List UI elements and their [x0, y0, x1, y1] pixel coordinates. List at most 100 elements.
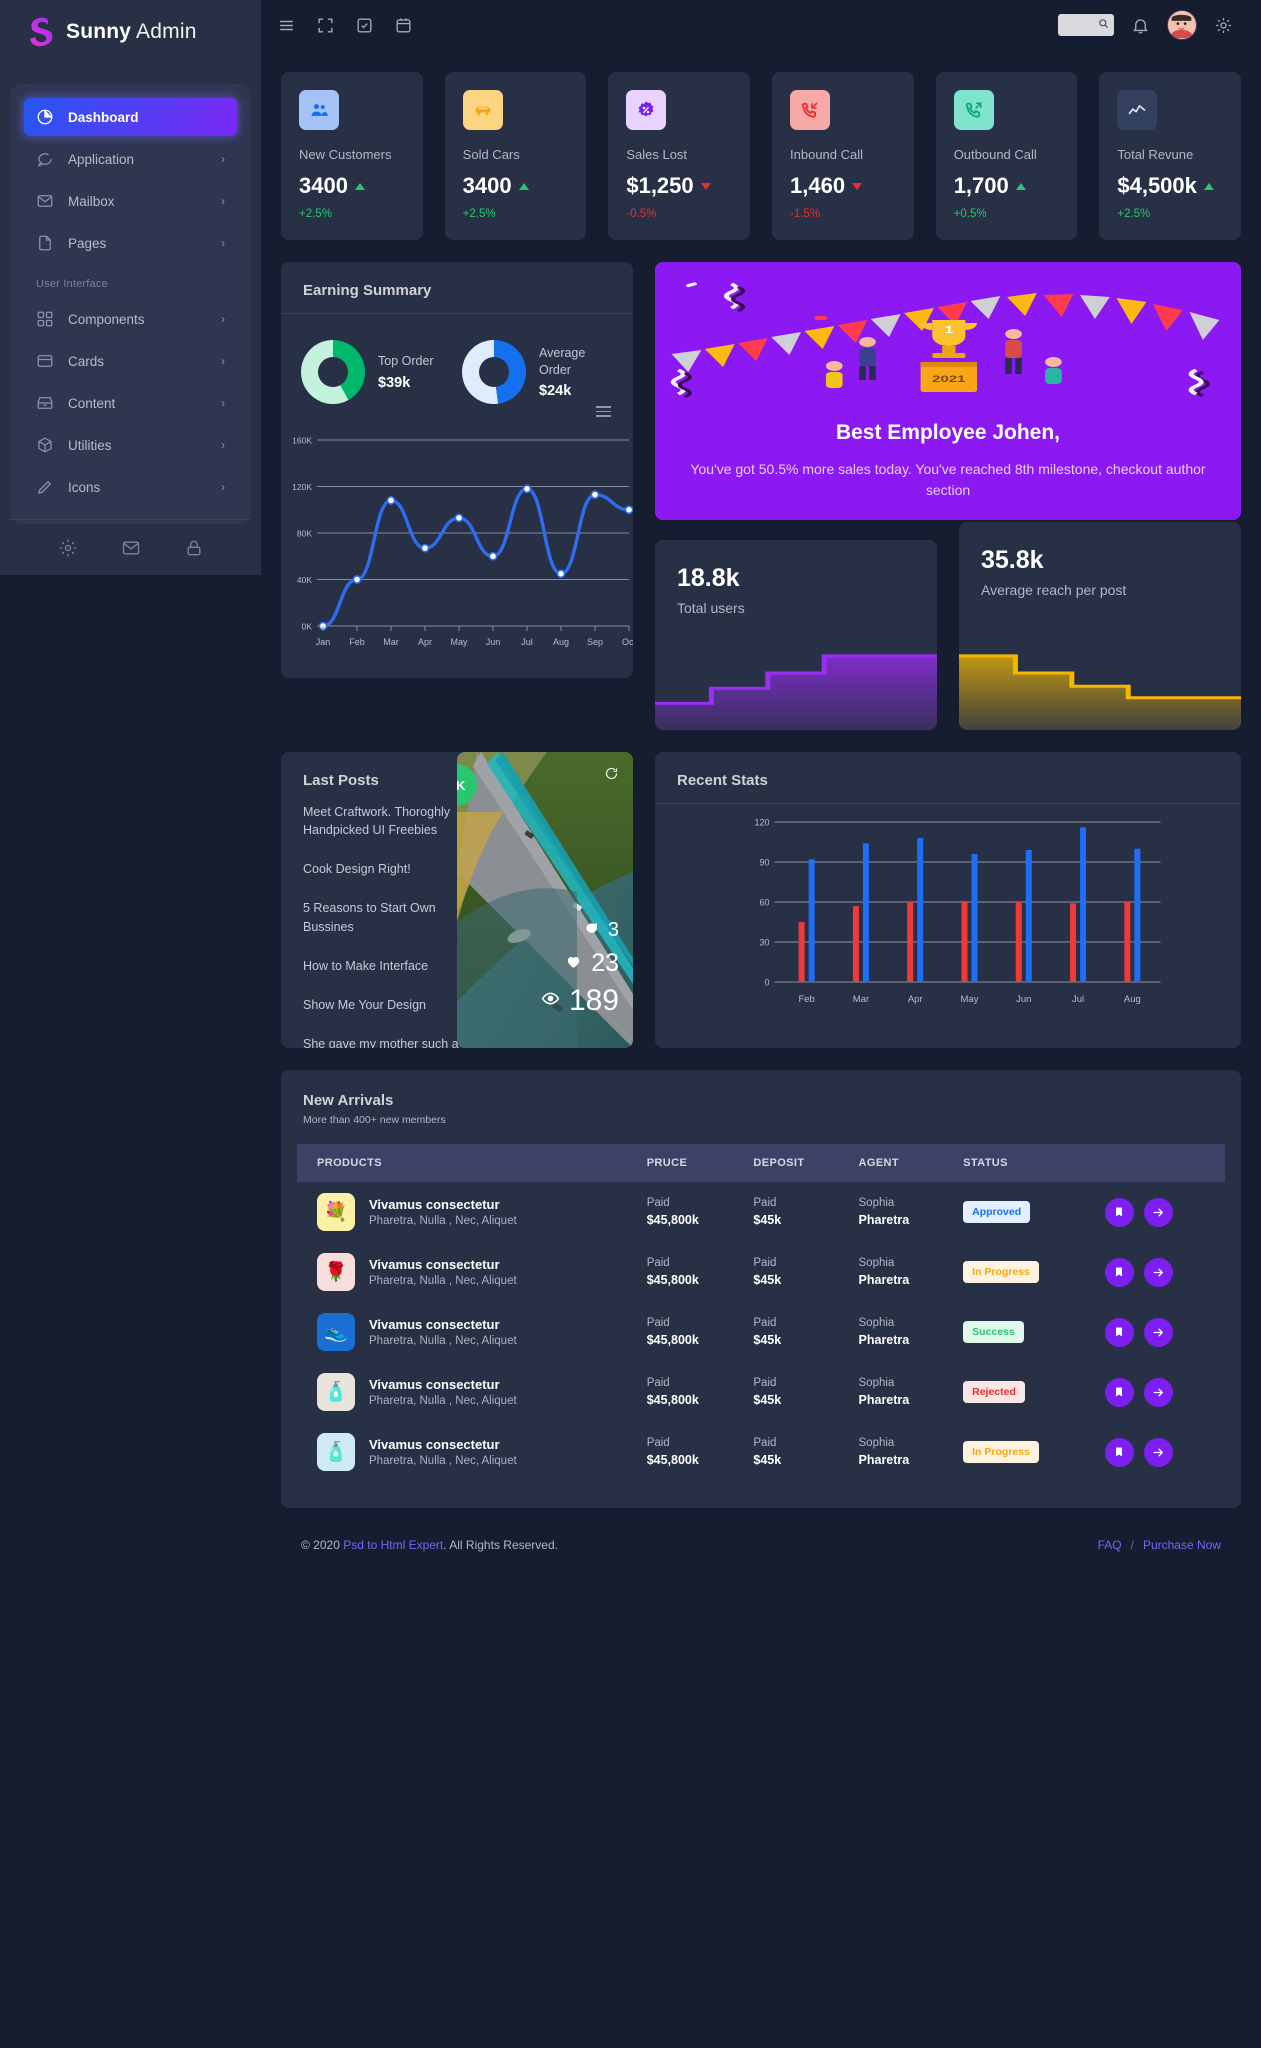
agent-cell: Sophia Pharetra	[858, 1257, 910, 1287]
sidebar-item-pages[interactable]: Pages ›	[24, 224, 237, 262]
mail-icon[interactable]	[121, 538, 141, 558]
table-column-header[interactable]: DEPOSIT	[743, 1144, 849, 1182]
footer-rights: . All Rights Reserved.	[443, 1538, 558, 1552]
list-item[interactable]: Show Me Your Design	[303, 996, 461, 1014]
stat-card-inbound-call[interactable]: Inbound Call 1,460 -1.5%	[772, 72, 914, 240]
list-item[interactable]: 5 Reasons to Start Own Bussines	[303, 899, 461, 935]
deposit-cell: Paid $45k	[753, 1197, 782, 1227]
bell-icon[interactable]	[1131, 16, 1150, 35]
bar-red	[1124, 902, 1131, 982]
bookmark-icon[interactable]	[1104, 1437, 1134, 1467]
new-arrivals-card: New Arrivals More than 400+ new members …	[281, 1070, 1241, 1508]
y-axis-tick: 60	[759, 898, 769, 908]
faq-link[interactable]: FAQ	[1098, 1538, 1122, 1552]
status-cell: Approved	[953, 1182, 1095, 1242]
x-axis-tick: Oct	[622, 637, 633, 647]
sidebar-item-application[interactable]: Application ›	[24, 140, 237, 178]
refresh-icon[interactable]	[604, 766, 619, 786]
trend-up-icon	[518, 182, 529, 190]
chevron-right-icon: ›	[221, 152, 225, 166]
y-axis-tick: 120K	[292, 482, 312, 492]
donut-average-order: Average Order $24k	[462, 340, 613, 404]
stat-card-new-customers[interactable]: New Customers 3400 +2.5%	[281, 72, 423, 240]
list-item[interactable]: Cook Design Right!	[303, 860, 461, 878]
sidebar-item-cards[interactable]: Cards ›	[24, 342, 237, 380]
gear-icon[interactable]	[1214, 16, 1233, 35]
gear-icon[interactable]	[58, 538, 78, 558]
product-cell: 🧴 Vivamus consectetur Pharetra, Nulla , Ne…	[297, 1362, 637, 1422]
bookmark-icon[interactable]	[1104, 1317, 1134, 1347]
trend-up-icon	[1015, 182, 1026, 190]
stat-value: $4,500k	[1117, 173, 1223, 199]
checklist-icon[interactable]	[355, 16, 374, 35]
footer-copyright: © 2020	[301, 1538, 340, 1552]
table-column-header[interactable]	[1094, 1144, 1225, 1182]
donut-row: Top Order $39k Average Order $24k	[281, 314, 633, 408]
bookmark-icon[interactable]	[1104, 1377, 1134, 1407]
search-input[interactable]	[1058, 14, 1114, 36]
arrow-right-icon[interactable]	[1143, 1437, 1173, 1467]
y-axis-tick: 0K	[302, 622, 313, 632]
footer-link[interactable]: Psd to Html Expert	[343, 1538, 443, 1552]
earning-summary-card: Earning Summary Top Order $39k Average O…	[281, 262, 636, 678]
product-cell: 🌹 Vivamus consectetur Pharetra, Nulla , Ne…	[297, 1242, 637, 1302]
actions-cell	[1095, 1242, 1225, 1302]
sidebar-item-utilities[interactable]: Utilities ›	[24, 426, 237, 464]
drawer-icon	[36, 394, 54, 412]
table-column-header[interactable]: PRODUCTS	[297, 1144, 637, 1182]
sidebar-item-icons[interactable]: Icons ›	[24, 468, 237, 506]
post-thumbnail: DK 3 23	[457, 752, 633, 1048]
sidebar-item-content[interactable]: Content ›	[24, 384, 237, 422]
x-axis-tick: Jun	[486, 637, 501, 647]
mini-stat-card-1[interactable]: 35.8k Average reach per post	[959, 522, 1241, 730]
brand[interactable]: Sunny Admin	[0, 0, 261, 64]
calendar-icon[interactable]	[394, 16, 413, 35]
table-row[interactable]: 🌹 Vivamus consectetur Pharetra, Nulla , Ne…	[297, 1242, 1225, 1302]
list-item[interactable]: She gave my mother such a turn, that I h…	[303, 1035, 461, 1048]
table-column-header[interactable]: PRUCE	[636, 1144, 744, 1182]
list-item[interactable]: How to Make Interface	[303, 957, 461, 975]
avatar[interactable]	[1167, 10, 1197, 40]
fullscreen-icon[interactable]	[316, 16, 335, 35]
bar-blue	[862, 843, 869, 982]
mini-area-chart	[959, 654, 1241, 730]
new-arrivals-header: New Arrivals More than 400+ new members	[281, 1070, 1241, 1144]
table-row[interactable]: 💐 Vivamus consectetur Pharetra, Nulla , Ne…	[297, 1182, 1225, 1242]
donut-chart	[462, 340, 526, 404]
arrow-right-icon[interactable]	[1143, 1197, 1173, 1227]
stat-card-outbound-call[interactable]: Outbound Call 1,700 +0.5%	[935, 72, 1078, 240]
earning-line-chart: 0K 40K 80K 120K 160K Jan Feb Mar Apr May Jun Jul Aug…	[292, 436, 636, 648]
mini-area-chart	[655, 654, 937, 730]
page-title: Recent Stats	[677, 772, 768, 789]
posts-list: Meet Craftwork. Thoroghly Handpicked UI …	[281, 803, 461, 1048]
table-row[interactable]: 👟 Vivamus consectetur Pharetra, Nulla , Ne…	[297, 1302, 1225, 1362]
table-row[interactable]: 🧴 Vivamus consectetur Pharetra, Nulla , Ne…	[297, 1362, 1225, 1422]
sidebar-item-components[interactable]: Components ›	[24, 300, 237, 338]
stat-card-sales-lost[interactable]: Sales Lost $1,250 -0.5%	[608, 72, 751, 240]
stat-card-total-revune[interactable]: Total Revune $4,500k +2.5%	[1099, 72, 1242, 240]
list-item[interactable]: Meet Craftwork. Thoroghly Handpicked UI …	[303, 803, 461, 839]
purchase-now-link[interactable]: Purchase Now	[1143, 1538, 1221, 1552]
comment-icon	[583, 920, 599, 941]
table-row[interactable]: 🧴 Vivamus consectetur Pharetra, Nulla , Ne…	[297, 1422, 1225, 1482]
line-graph-icon	[1117, 90, 1158, 130]
arrow-right-icon[interactable]	[1143, 1377, 1173, 1407]
metric-value: 23	[591, 949, 619, 977]
x-axis-tick: Jan	[316, 637, 331, 647]
metric-value: 3	[607, 919, 619, 941]
arrow-right-icon[interactable]	[1143, 1317, 1173, 1347]
product-cell: 🧴 Vivamus consectetur Pharetra, Nulla , Ne…	[297, 1422, 637, 1482]
sidebar-item-dashboard[interactable]: Dashboard	[24, 98, 237, 136]
menu-icon[interactable]	[277, 16, 296, 35]
stat-card-sold-cars[interactable]: Sold Cars 3400 +2.5%	[444, 72, 587, 240]
mini-stat-card-0[interactable]: 18.8k Total users	[655, 540, 937, 730]
bookmark-icon[interactable]	[1104, 1197, 1134, 1227]
table-column-header[interactable]: AGENT	[848, 1144, 954, 1182]
lock-icon[interactable]	[184, 538, 204, 558]
hamburger-menu-icon[interactable]	[596, 406, 611, 420]
bookmark-icon[interactable]	[1104, 1257, 1134, 1287]
arrow-right-icon[interactable]	[1143, 1257, 1173, 1287]
actions-cell	[1095, 1362, 1225, 1422]
table-column-header[interactable]: STATUS	[953, 1144, 1095, 1182]
sidebar-item-mailbox[interactable]: Mailbox ›	[24, 182, 237, 220]
